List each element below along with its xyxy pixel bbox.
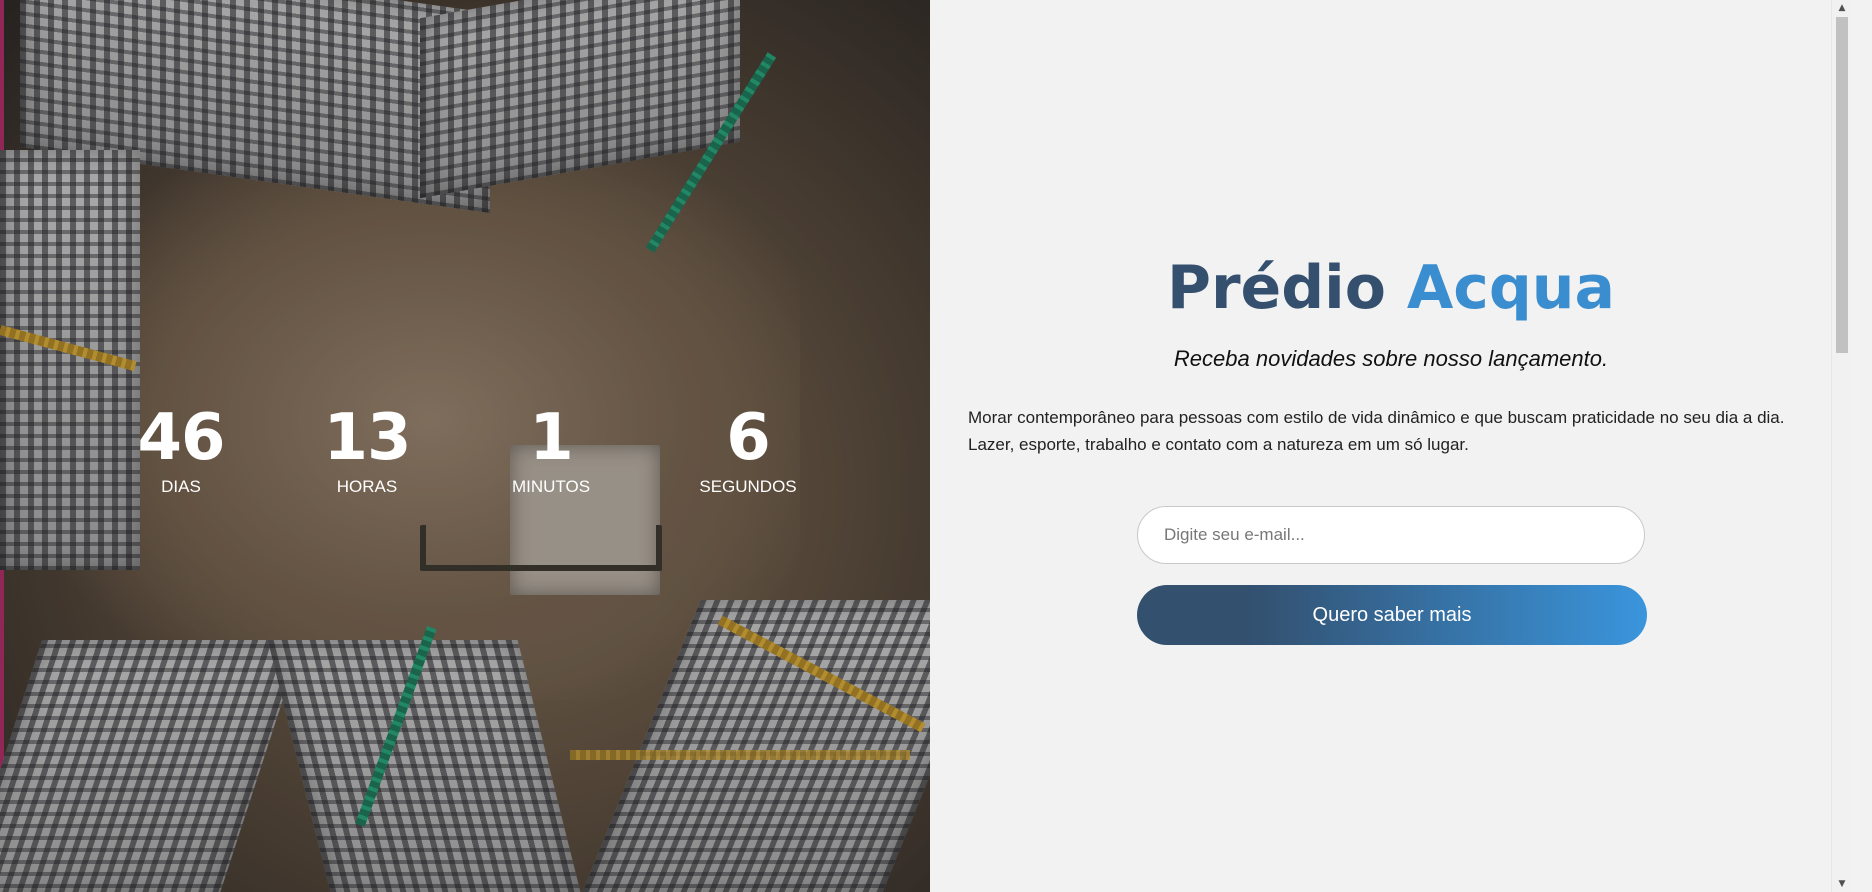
page-title-part2: Acqua (1406, 253, 1616, 323)
email-input[interactable] (1137, 506, 1645, 564)
countdown-days-label: DIAS (161, 477, 201, 496)
page-title-part1: Prédio (1166, 253, 1386, 323)
signup-panel: Prédio Acqua Receba novidades sobre noss… (930, 0, 1852, 892)
countdown: 46 DIAS 13 HORAS 1 MINUTOS 6 SEGUNDOS (0, 400, 930, 510)
scroll-thumb[interactable] (1836, 17, 1848, 353)
chevron-down-icon[interactable]: ▼ (1832, 876, 1852, 892)
countdown-days-value: 46 (137, 401, 225, 475)
countdown-minutes-label: MINUTOS (511, 477, 591, 496)
page-description: Morar contemporâneo para pessoas com est… (968, 408, 1785, 454)
countdown-minutes: 1 MINUTOS (512, 400, 590, 498)
countdown-hours-label: HORAS (336, 477, 398, 496)
page-title: Prédio Acqua (930, 248, 1852, 328)
page-subtitle: Receba novidades sobre nosso lançamento. (1173, 346, 1609, 371)
page: 46 DIAS 13 HORAS 1 MINUTOS 6 SEGUNDOS Pr… (0, 0, 1872, 892)
countdown-seconds: 6 SEGUNDOS (699, 400, 796, 498)
chevron-up-icon[interactable]: ▲ (1832, 0, 1852, 16)
hero-image: 46 DIAS 13 HORAS 1 MINUTOS 6 SEGUNDOS (0, 0, 930, 892)
scrollbar[interactable]: ▲ ▼ (1831, 0, 1852, 892)
countdown-minutes-value: 1 (529, 401, 574, 475)
countdown-hours-value: 13 (323, 401, 411, 475)
countdown-seconds-label: SEGUNDOS (699, 477, 797, 496)
countdown-seconds-value: 6 (726, 401, 771, 475)
submit-button[interactable]: Quero saber mais (1137, 585, 1647, 645)
countdown-days: 46 DIAS (137, 400, 225, 498)
countdown-hours: 13 HORAS (323, 400, 411, 498)
